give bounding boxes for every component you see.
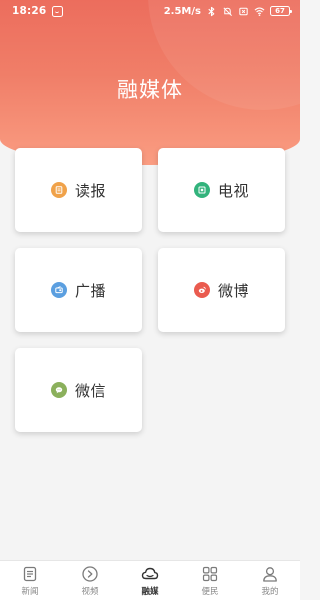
nav-label: 融媒 — [141, 586, 159, 597]
silent-bell-icon — [223, 6, 232, 16]
card-tv[interactable]: 电视 — [158, 148, 285, 232]
network-speed: 2.5M/s — [163, 5, 201, 17]
nav-label: 我的 — [261, 586, 279, 597]
bottom-navigation: 新闻 视频 融媒 便民 我的 — [0, 560, 300, 600]
wifi-icon — [254, 7, 265, 16]
nav-item-media[interactable]: 融媒 — [120, 561, 180, 600]
grid-icon — [202, 566, 218, 581]
bluetooth-icon — [208, 6, 215, 16]
weibo-icon — [193, 282, 210, 298]
card-label: 广播 — [74, 281, 106, 300]
nav-label: 新闻 — [21, 586, 39, 597]
nav-item-news[interactable]: 新闻 — [0, 561, 60, 600]
document-icon — [23, 566, 37, 581]
battery-indicator: 67 — [270, 6, 292, 16]
tv-icon — [193, 182, 210, 198]
card-radio[interactable]: 广播 — [15, 248, 142, 332]
card-label: 读报 — [74, 181, 106, 200]
newspaper-icon — [50, 182, 67, 198]
nav-item-services[interactable]: 便民 — [180, 561, 240, 600]
app-screen: 18:26 2.5M/s 67 融媒体 读报 电视 广播 微博 微信 新闻 视频… — [0, 0, 300, 600]
status-indicators: 2.5M/s 67 — [163, 5, 292, 17]
cloud-icon — [141, 567, 159, 579]
card-wechat[interactable]: 微信 — [15, 348, 142, 432]
nav-item-mine[interactable]: 我的 — [240, 561, 300, 600]
nav-label: 便民 — [201, 586, 219, 597]
status-time: 18:26 — [12, 5, 47, 17]
wechat-icon — [50, 382, 67, 398]
nav-item-video[interactable]: 视频 — [60, 561, 120, 600]
nav-label: 视频 — [81, 586, 99, 597]
status-bar: 18:26 2.5M/s 67 — [0, 0, 300, 22]
no-sim-icon — [239, 7, 248, 15]
card-label: 微信 — [74, 381, 106, 400]
notification-app-icon — [52, 5, 64, 17]
radio-icon — [50, 282, 67, 298]
card-label: 微博 — [217, 281, 249, 300]
play-circle-icon — [82, 565, 98, 582]
card-weibo[interactable]: 微博 — [158, 248, 285, 332]
card-label: 电视 — [217, 181, 249, 200]
person-icon — [263, 566, 277, 582]
page-title: 融媒体 — [117, 78, 183, 102]
card-read-paper[interactable]: 读报 — [15, 148, 142, 232]
